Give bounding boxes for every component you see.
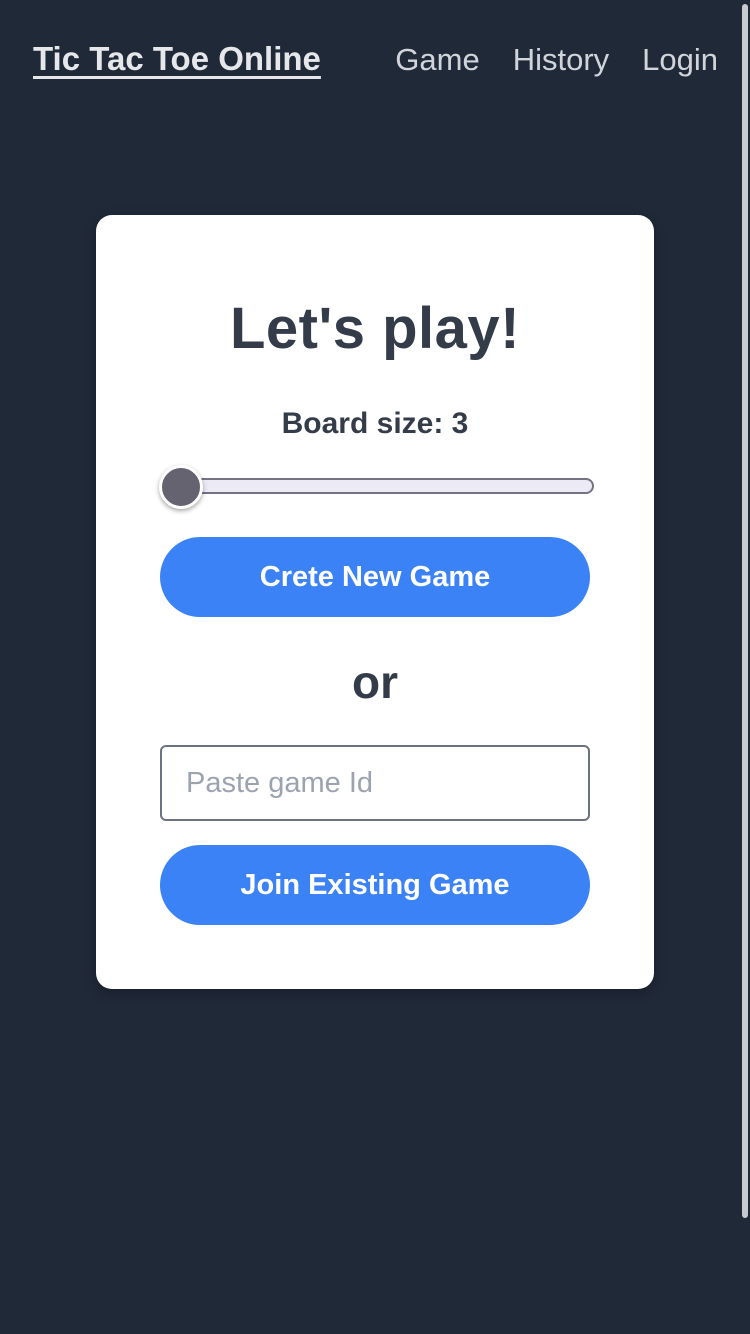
nav-link-login[interactable]: Login xyxy=(642,42,718,78)
board-size-slider-track[interactable] xyxy=(160,478,594,494)
nav-links: Game History Login xyxy=(395,42,718,78)
board-size-slider-thumb[interactable] xyxy=(159,465,203,509)
join-game-button[interactable]: Join Existing Game xyxy=(160,845,590,925)
nav-link-history[interactable]: History xyxy=(513,42,609,78)
nav-link-game[interactable]: Game xyxy=(395,42,479,78)
game-setup-card: Let's play! Board size: 3 Crete New Game… xyxy=(96,215,654,989)
top-navbar: Tic Tac Toe Online Game History Login xyxy=(0,0,750,120)
page-scrollbar[interactable] xyxy=(742,4,748,1218)
brand-link[interactable]: Tic Tac Toe Online xyxy=(33,40,321,78)
card-title: Let's play! xyxy=(229,296,521,361)
create-game-button[interactable]: Crete New Game xyxy=(160,537,590,617)
or-divider-label: or xyxy=(352,656,398,708)
board-size-label: Board size: 3 xyxy=(281,407,469,440)
game-id-input[interactable] xyxy=(160,745,590,821)
